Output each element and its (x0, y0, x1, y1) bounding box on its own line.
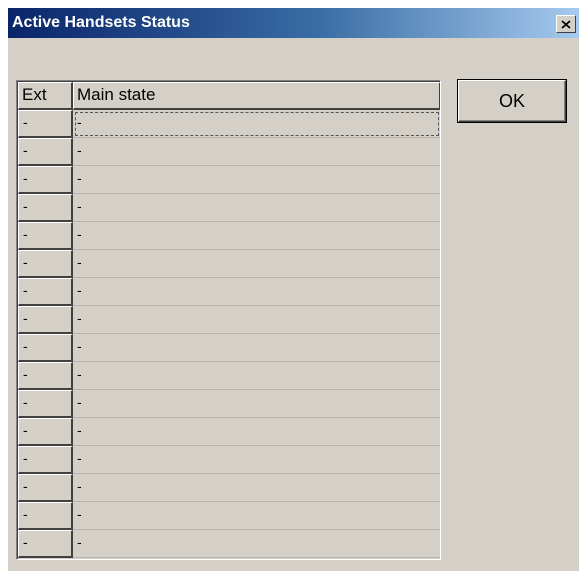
title-bar[interactable]: Active Handsets Status (8, 8, 579, 38)
table-row[interactable]: -- (18, 390, 440, 418)
table-row[interactable]: -- (18, 334, 440, 362)
table-row[interactable]: -- (18, 446, 440, 474)
close-icon (561, 19, 571, 29)
window-title: Active Handsets Status (12, 14, 190, 31)
main-state-cell[interactable]: - (73, 194, 440, 222)
main-state-cell[interactable]: - (73, 530, 440, 558)
main-state-cell[interactable]: - (73, 306, 440, 334)
main-state-cell[interactable]: - (73, 138, 440, 166)
column-header-ext[interactable]: Ext (18, 82, 73, 110)
main-state-cell[interactable]: - (73, 390, 440, 418)
main-state-cell[interactable]: - (73, 446, 440, 474)
ext-cell[interactable]: - (18, 110, 73, 138)
main-state-cell[interactable]: - (73, 474, 440, 502)
ext-cell[interactable]: - (18, 530, 73, 558)
ext-cell[interactable]: - (18, 390, 73, 418)
ext-cell[interactable]: - (18, 250, 73, 278)
table-row[interactable]: -- (18, 306, 440, 334)
main-state-cell[interactable]: - (73, 222, 440, 250)
ext-cell[interactable]: - (18, 446, 73, 474)
main-state-cell[interactable]: - (73, 278, 440, 306)
ext-cell[interactable]: - (18, 166, 73, 194)
main-state-cell[interactable]: - (73, 362, 440, 390)
main-state-cell[interactable]: - (73, 110, 440, 138)
ok-button[interactable]: OK (458, 80, 566, 122)
table-row[interactable]: -- (18, 474, 440, 502)
ext-cell[interactable]: - (18, 474, 73, 502)
table-row[interactable]: -- (18, 362, 440, 390)
table-row[interactable]: -- (18, 166, 440, 194)
close-button[interactable] (556, 15, 576, 33)
ext-cell[interactable]: - (18, 502, 73, 530)
ext-cell[interactable]: - (18, 194, 73, 222)
ext-cell[interactable]: - (18, 334, 73, 362)
table-row[interactable]: -- (18, 194, 440, 222)
handsets-table[interactable]: Ext Main state -------------------------… (16, 80, 441, 560)
table-row[interactable]: -- (18, 278, 440, 306)
table-row[interactable]: -- (18, 110, 440, 138)
ext-cell[interactable]: - (18, 278, 73, 306)
ext-cell[interactable]: - (18, 362, 73, 390)
main-state-cell[interactable]: - (73, 166, 440, 194)
table-row[interactable]: -- (18, 502, 440, 530)
main-state-cell[interactable]: - (73, 250, 440, 278)
table-row[interactable]: -- (18, 138, 440, 166)
ext-cell[interactable]: - (18, 138, 73, 166)
main-state-cell[interactable]: - (73, 418, 440, 446)
table-row[interactable]: -- (18, 250, 440, 278)
ext-cell[interactable]: - (18, 306, 73, 334)
ext-cell[interactable]: - (18, 418, 73, 446)
ok-button-label: OK (498, 90, 525, 111)
table-row[interactable]: -- (18, 222, 440, 250)
main-state-cell[interactable]: - (73, 334, 440, 362)
active-handsets-dialog: Active Handsets Status Ext Main state --… (8, 8, 579, 571)
table-row[interactable]: -- (18, 418, 440, 446)
main-state-cell[interactable]: - (73, 502, 440, 530)
ext-cell[interactable]: - (18, 222, 73, 250)
table-row[interactable]: -- (18, 530, 440, 558)
column-header-main-state[interactable]: Main state (73, 82, 440, 110)
